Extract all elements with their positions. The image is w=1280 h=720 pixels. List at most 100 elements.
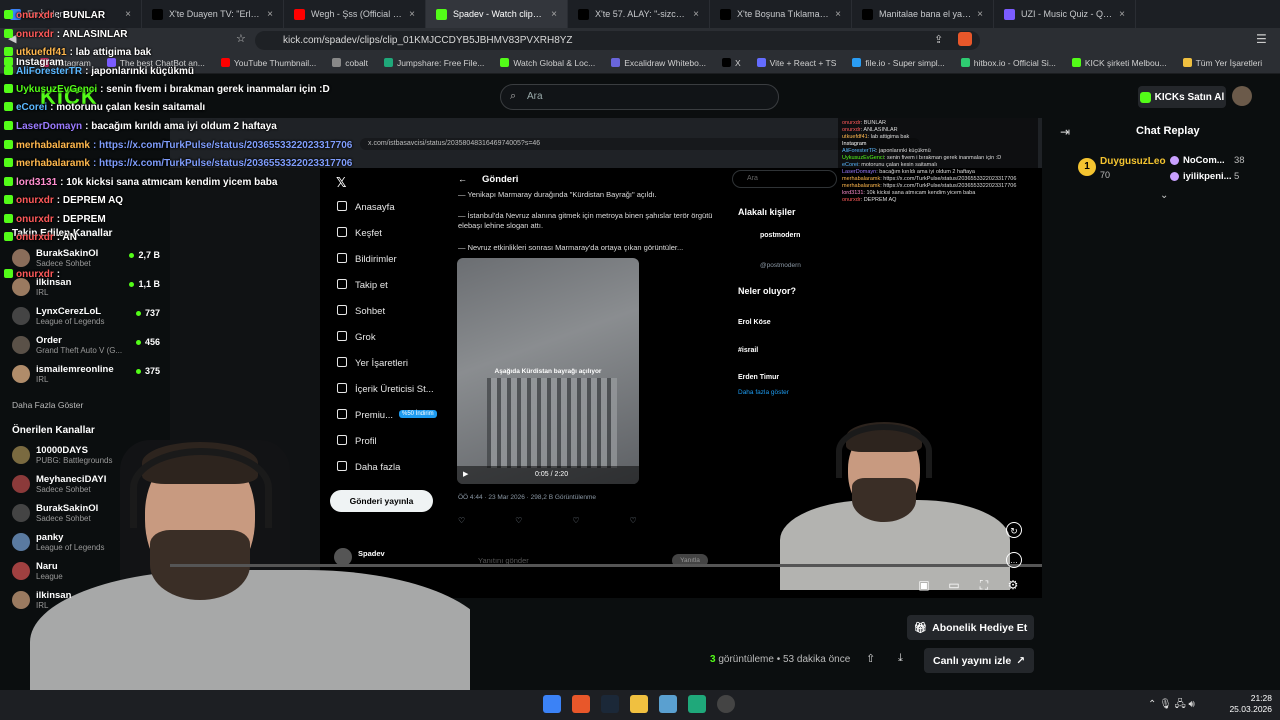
twitter-nav-item[interactable]: Bildirimler [337,253,397,265]
sidebar-channel[interactable]: panky League of Legends [12,531,162,553]
search-input[interactable]: ⌕ Ara [500,84,779,110]
trend-2[interactable]: #israil [738,339,758,357]
chat-text[interactable]: : https://x.com/TurkPulse/status/2036553… [93,158,352,169]
clip-icon[interactable]: ↻ [1006,522,1022,538]
download-icon[interactable]: ⤓ [898,652,903,665]
browser-tab[interactable]: UZI - Music Quiz - Quizei × [994,0,1136,28]
app-icon[interactable] [688,695,706,713]
bookmark-item[interactable]: KICK şirketi Melbou... [1071,58,1167,68]
bookmark-item[interactable]: Tüm Yer İşaretleri [1182,58,1262,68]
steam-icon[interactable] [601,695,619,713]
show-more-link[interactable]: Daha Fazla Göster [12,400,83,410]
browser-tab[interactable]: Manitalae bana el yaparr | TikTok × [852,0,994,28]
chat-username[interactable]: merhabalaramk [16,140,90,151]
sidebar-channel[interactable]: 10000DAYS PUBG: Battlegrounds [12,444,162,466]
twitter-nav-item[interactable]: Keşfet [337,227,382,239]
sidebar-channel[interactable]: ismailemreonline IRL 375 [12,363,162,385]
sidebar-channel[interactable]: BurakSakinOl Sadece Sohbet 2,7 B [12,247,162,269]
url-field[interactable]: kick.com/spadev/clips/clip_01KMJCCDYB5JB… [255,31,980,50]
start-icon[interactable] [543,695,561,713]
twitter-nav-item[interactable]: Premiu... [337,409,393,421]
bookmark-item[interactable]: Excalidraw Whitebo... [611,58,706,68]
browser-tab[interactable]: Wegh - Şss (Official Lyric Video) × [284,0,426,28]
browser-tab[interactable]: X'te Duayen TV: "Erlik: Nevruz' × [142,0,284,28]
chat-username[interactable]: onurxdr [16,214,54,225]
twitter-nav-item[interactable]: Takip et [337,279,388,291]
twitter-nav-item[interactable]: Grok [337,331,376,343]
chat-username[interactable]: AliForesterTR [16,66,82,77]
chat-username[interactable]: merhabalaramk [16,158,90,169]
browser-tab[interactable]: X'te Boşuna Tıklama: "İzmir'de × [710,0,852,28]
bookmark-item[interactable]: Vite + React + TS [756,58,836,68]
bookmark-item[interactable]: hitbox.io - Official Si... [960,58,1056,68]
tab-close-icon[interactable]: × [693,9,699,20]
bookmark-item[interactable]: file.io - Super simpl... [852,58,945,68]
fullscreen-icon[interactable]: ⛶ [976,577,992,593]
obs-icon[interactable] [717,695,735,713]
bookmark-item[interactable]: YouTube Thumbnail... [220,58,316,68]
twitter-nav-item[interactable]: İçerik Üreticisi St... [337,383,434,395]
twitter-nav-item[interactable]: Yer İşaretleri [337,357,408,369]
sidebar-channel[interactable]: Order Grand Theft Auto V (G... 456 [12,334,162,356]
tweet-video[interactable]: Aşağıda Kürdistan bayrağı açılıyor ▶ 0:0… [457,258,639,484]
share-icon[interactable]: ⇪ [934,33,943,46]
chat-username[interactable]: onurxdr [16,29,54,40]
tray-icons[interactable]: ⌃ 🎙︎ 🖧 🔊︎ [1148,697,1195,714]
settings-icon[interactable]: ⚙ [1005,577,1021,593]
related-user[interactable]: postmodern [760,224,800,242]
tab-close-icon[interactable]: × [977,9,983,20]
chat-username[interactable]: lord3131 [16,177,57,188]
sidebar-channel[interactable]: BurakSakinOl Sadece Sohbet [12,502,162,524]
expand-icon[interactable]: ⌄ [1160,190,1168,201]
bookmark-icon[interactable]: ☆ [236,32,246,45]
tab-close-icon[interactable]: × [1119,9,1125,20]
bookmark-item[interactable]: cobalt [332,58,368,68]
chat-username[interactable]: onurxdr [16,269,54,280]
chat-username[interactable]: eCorei [16,102,47,113]
user-avatar[interactable] [1232,86,1252,106]
twitter-nav-item[interactable]: Sohbet [337,305,385,317]
tab-close-icon[interactable]: × [409,9,415,20]
tab-close-icon[interactable]: × [125,9,131,20]
brave-shield-icon[interactable] [958,32,972,46]
theater-mode-icon[interactable]: ▭ [946,577,962,593]
browser-tab[interactable]: X'te 57. ALAY: "-sizce türkiye'de × [568,0,710,28]
tab-close-icon[interactable]: × [551,9,557,20]
chat-username[interactable]: onurxdr [16,10,54,21]
chat-username[interactable]: onurxdr [16,195,54,206]
folder-icon[interactable] [630,695,648,713]
share-icon[interactable]: ⇧ [866,652,875,665]
menu-icon[interactable]: ☰ [1256,32,1267,46]
sidebar-channel[interactable]: LynxCerezLoL League of Legends 737 [12,305,162,327]
sidebar-channel[interactable]: MeyhaneciDAYI Sadece Sohbet [12,473,162,495]
watch-live-button[interactable]: Canlı yayını izle ↗ [924,648,1034,673]
trend-1[interactable]: Erol Köse [738,311,771,329]
twitter-nav-item[interactable]: Profil [337,435,377,447]
twitter-search[interactable]: Ara [732,170,837,188]
chat-username[interactable]: onurxdr [16,232,54,243]
pip-icon[interactable]: ▣ [916,577,932,593]
browser-tab[interactable]: Spadev - Watch clips on × [426,0,568,28]
back-arrow-icon[interactable]: ← [458,174,467,184]
chat-username[interactable]: UykusuzEvGenci [16,84,97,95]
twitter-nav-item[interactable]: Anasayfa [337,201,395,213]
bookmark-item[interactable]: X [721,58,741,68]
show-more-trends[interactable]: Daha fazla göster [738,389,789,396]
bookmark-item[interactable]: Watch Global & Loc... [500,58,595,68]
collapse-chat-icon[interactable]: ⇥ [1060,125,1070,139]
tab-close-icon[interactable]: × [267,9,273,20]
sidebar-channel[interactable]: Naru League [12,560,162,582]
photos-icon[interactable] [659,695,677,713]
brave-icon[interactable] [572,695,590,713]
system-clock[interactable]: 21:28 25.03.2026 [1222,693,1272,715]
tab-close-icon[interactable]: × [835,9,841,20]
bookmark-item[interactable]: Jumpshare: Free File... [383,58,484,68]
chat-username[interactable]: LaserDomayn [16,121,82,132]
sidebar-channel[interactable]: ilkinsan IRL [12,589,162,611]
trend-3[interactable]: Erden Timur [738,366,779,384]
video-progress-bar[interactable] [170,564,1042,567]
chat-toggle-icon[interactable]: … [1006,552,1022,568]
buy-kicks-button[interactable]: KICKs Satın Al [1138,86,1226,108]
gift-subscription-button[interactable]: 🎁︎ Abonelik Hediye Et [907,615,1034,640]
twitter-nav-item[interactable]: Daha fazla [337,461,400,473]
